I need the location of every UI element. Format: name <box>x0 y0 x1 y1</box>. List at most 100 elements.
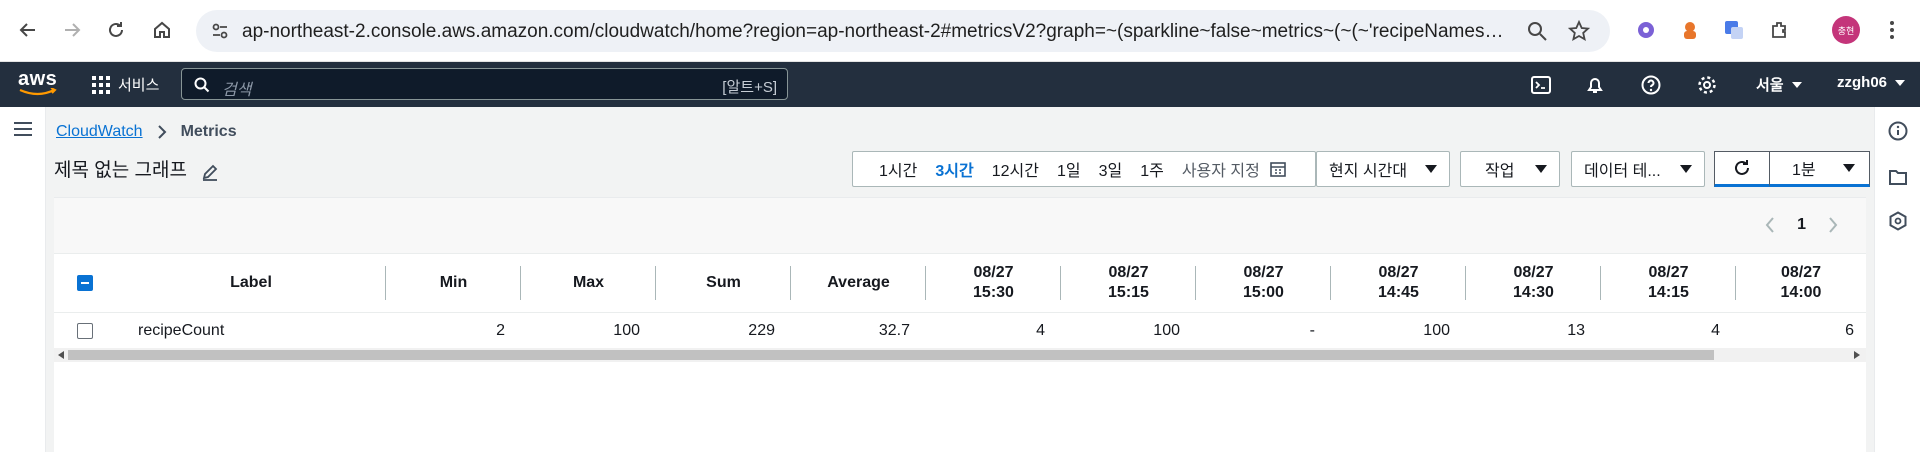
cell-value: - <box>1196 311 1331 350</box>
col-sum[interactable]: Sum <box>656 254 791 312</box>
time-option-3h[interactable]: 3시간 <box>935 157 973 181</box>
col-date: 08/27 <box>973 263 1014 281</box>
extension-gear-icon[interactable] <box>1632 16 1660 44</box>
col-clock: 14:30 <box>1513 283 1554 301</box>
time-option-1d[interactable]: 1일 <box>1057 157 1081 181</box>
cell-value: 100 <box>1061 311 1196 350</box>
time-option-3d[interactable]: 3일 <box>1099 157 1123 181</box>
cell-value: 4 <box>926 311 1061 350</box>
time-option-1w[interactable]: 1주 <box>1140 157 1164 181</box>
account-menu[interactable]: zzgh06 <box>1837 74 1906 91</box>
home-icon[interactable] <box>146 14 178 46</box>
col-time[interactable]: 08/27 15:15 <box>1061 254 1196 312</box>
chevron-right-icon <box>157 125 166 139</box>
col-time[interactable]: 08/27 14:15 <box>1601 254 1736 312</box>
region-selector[interactable]: 서울 <box>1756 74 1802 95</box>
col-date: 08/27 <box>1648 263 1689 281</box>
address-bar[interactable]: ap-northeast-2.console.aws.amazon.com/cl… <box>196 10 1610 52</box>
calendar-icon <box>1270 162 1286 177</box>
aws-logo[interactable]: aws <box>18 68 58 96</box>
side-nav-strip <box>0 107 46 452</box>
folder-icon[interactable] <box>1888 167 1908 187</box>
row-checkbox[interactable] <box>77 323 93 340</box>
col-time[interactable]: 08/27 14:30 <box>1466 254 1601 312</box>
col-time[interactable]: 08/27 15:30 <box>926 254 1061 312</box>
row-select-cell <box>54 311 116 350</box>
url-text[interactable]: ap-northeast-2.console.aws.amazon.com/cl… <box>242 21 1512 43</box>
data-table-panel: 1 Label Min Max Sum Average 08/27 15:30 0… <box>54 197 1866 452</box>
more-vert-icon[interactable] <box>1878 16 1906 44</box>
extension-character-icon[interactable] <box>1676 16 1704 44</box>
help-icon[interactable] <box>1640 74 1662 96</box>
col-date: 08/27 <box>1108 263 1149 281</box>
horizontal-scrollbar[interactable] <box>54 348 1866 362</box>
data-table-dropdown[interactable]: 데이터 테... <box>1571 151 1705 187</box>
table-toolbar: 1 <box>54 198 1866 254</box>
profile-avatar[interactable]: 충현 <box>1832 16 1860 44</box>
back-icon[interactable] <box>12 14 44 46</box>
scrollbar-thumb[interactable] <box>68 350 1714 360</box>
time-range-selector: 1시간 3시간 12시간 1일 3일 1주 사용자 지정 <box>852 151 1316 187</box>
refresh-interval-dropdown[interactable]: 1분 <box>1770 151 1870 187</box>
graph-title-row: 제목 없는 그래프 <box>54 155 219 182</box>
timezone-label: 현지 시간대 <box>1329 163 1408 180</box>
time-option-1h[interactable]: 1시간 <box>879 157 917 181</box>
main-content: CloudWatch Metrics 제목 없는 그래프 1시간 3시간 12시… <box>46 107 1874 452</box>
settings-gear-icon[interactable] <box>1696 74 1718 96</box>
aws-logo-text: aws <box>18 68 58 90</box>
info-icon[interactable] <box>1888 121 1908 141</box>
col-time[interactable]: 08/27 14:00 <box>1736 254 1866 312</box>
col-date: 08/27 <box>1513 263 1554 281</box>
col-label[interactable]: Label <box>116 254 386 312</box>
site-info-icon[interactable] <box>208 19 232 43</box>
caret-down-icon <box>1791 81 1802 88</box>
bookmark-star-icon[interactable] <box>1568 20 1590 42</box>
select-all-checkbox[interactable] <box>77 274 93 291</box>
breadcrumb-cloudwatch[interactable]: CloudWatch <box>56 123 143 141</box>
hamburger-menu-icon[interactable] <box>13 121 33 137</box>
table-row: recipeCount 2 100 229 32.7 4 100 - 100 1… <box>54 311 1866 350</box>
services-menu[interactable]: 서비스 <box>92 74 159 95</box>
refresh-button[interactable] <box>1714 151 1770 187</box>
caret-down-icon <box>1535 165 1547 173</box>
timezone-dropdown[interactable]: 현지 시간대 <box>1316 151 1450 187</box>
extensions-puzzle-icon[interactable] <box>1766 16 1794 44</box>
search-placeholder: 검색 <box>222 82 252 99</box>
interval-label: 1분 <box>1792 162 1816 179</box>
time-option-12h[interactable]: 12시간 <box>992 157 1039 181</box>
chevron-left-icon[interactable] <box>1765 217 1775 233</box>
zoom-icon[interactable] <box>1526 20 1548 42</box>
col-clock: 15:15 <box>1108 283 1149 301</box>
col-date: 08/27 <box>1780 263 1822 281</box>
data-table-label: 데이터 테... <box>1584 163 1661 180</box>
global-search-input[interactable]: 검색 [알트+S] <box>181 68 788 100</box>
reload-icon[interactable] <box>100 14 132 46</box>
col-time[interactable]: 08/27 15:00 <box>1196 254 1331 312</box>
select-all-cell <box>54 254 116 312</box>
col-max[interactable]: Max <box>521 254 656 312</box>
scroll-right-arrow-icon[interactable] <box>1852 350 1862 360</box>
chevron-right-icon[interactable] <box>1828 217 1838 233</box>
edit-pencil-icon[interactable] <box>201 163 219 181</box>
cell-sum: 229 <box>656 311 791 350</box>
caret-down-icon <box>1680 165 1692 173</box>
time-option-custom[interactable]: 사용자 지정 <box>1182 157 1286 181</box>
col-clock: 14:15 <box>1648 283 1689 301</box>
actions-dropdown[interactable]: 작업 <box>1460 151 1560 187</box>
col-average[interactable]: Average <box>791 254 926 312</box>
page-number[interactable]: 1 <box>1797 216 1806 234</box>
pagination: 1 <box>1765 216 1838 234</box>
refresh-control: 1분 <box>1714 151 1870 187</box>
cloudshell-icon[interactable] <box>1530 74 1552 96</box>
col-time[interactable]: 08/27 14:45 <box>1331 254 1466 312</box>
col-clock: 14:45 <box>1378 283 1419 301</box>
notifications-bell-icon[interactable] <box>1584 74 1606 96</box>
col-min[interactable]: Min <box>386 254 521 312</box>
grid-icon <box>92 75 110 94</box>
hexagon-icon[interactable] <box>1888 211 1908 231</box>
translate-extension-icon[interactable] <box>1720 16 1748 44</box>
col-clock: 15:30 <box>973 283 1014 301</box>
col-date: 08/27 <box>1243 263 1284 281</box>
forward-icon[interactable] <box>56 14 88 46</box>
scroll-left-arrow-icon[interactable] <box>56 350 66 360</box>
